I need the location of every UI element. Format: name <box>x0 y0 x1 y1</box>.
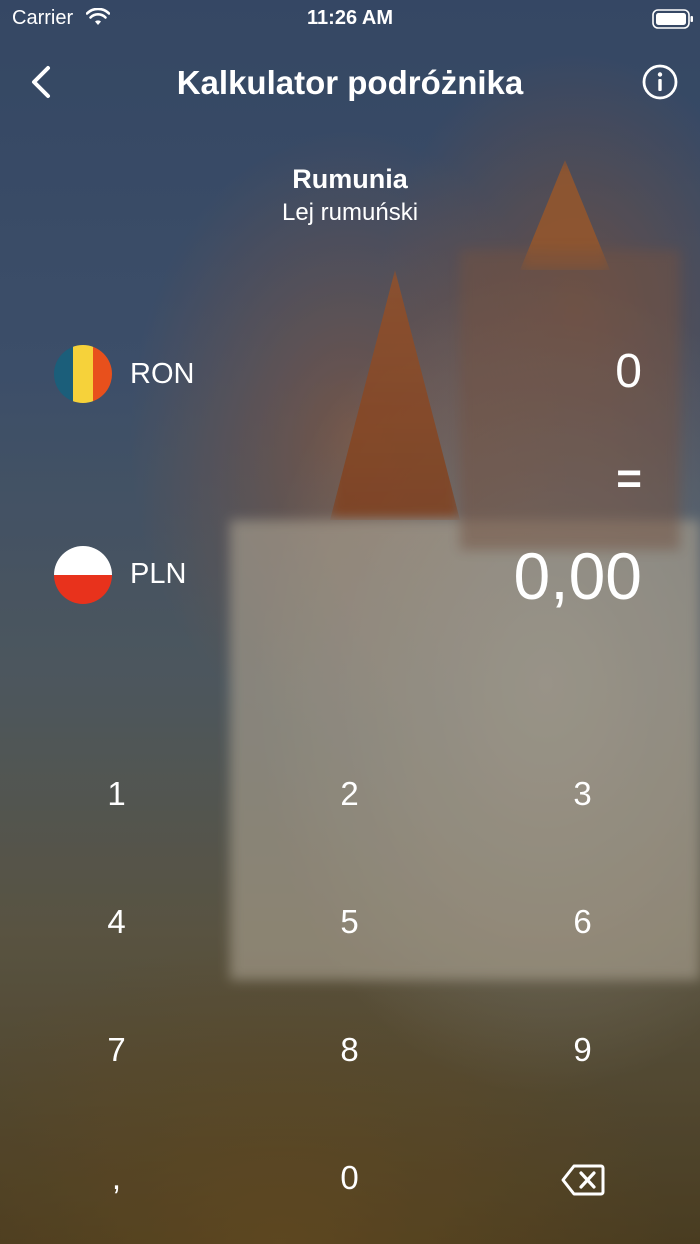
key-5[interactable]: 5 <box>233 858 466 986</box>
flag-poland-icon <box>54 546 112 604</box>
key-9[interactable]: 9 <box>466 986 699 1114</box>
to-currency-row[interactable]: PLN 0,00 <box>0 534 700 614</box>
key-6[interactable]: 6 <box>466 858 699 986</box>
key-comma[interactable]: , <box>0 1114 233 1242</box>
clock: 11:26 AM <box>307 7 393 29</box>
navigation-bar: Kalkulator podróżnika <box>0 50 700 114</box>
flag-romania-icon <box>54 345 112 403</box>
status-bar: Carrier 11:26 AM <box>0 0 700 40</box>
page-title: Kalkulator podróżnika <box>176 64 524 101</box>
from-amount: 0 <box>615 345 642 398</box>
key-3[interactable]: 3 <box>466 730 699 858</box>
from-currency-code: RON <box>130 358 195 390</box>
backspace-icon <box>561 1164 605 1196</box>
country-header: Rumunia Lej rumuński <box>0 164 700 227</box>
equals-sign: = <box>616 454 642 503</box>
key-7[interactable]: 7 <box>0 986 233 1114</box>
key-8[interactable]: 8 <box>233 986 466 1114</box>
key-1[interactable]: 1 <box>0 730 233 858</box>
key-2[interactable]: 2 <box>233 730 466 858</box>
key-4[interactable]: 4 <box>0 858 233 986</box>
battery-icon <box>652 9 693 29</box>
delete-button[interactable] <box>466 1114 699 1242</box>
to-amount: 0,00 <box>513 539 642 613</box>
key-0[interactable]: 0 <box>233 1114 466 1242</box>
currency-name: Lej rumuński <box>281 199 419 226</box>
country-name: Rumunia <box>292 164 408 194</box>
to-currency-code: PLN <box>130 558 187 590</box>
from-currency-row[interactable]: RON 0 <box>0 334 700 414</box>
info-circle-icon[interactable] <box>642 64 678 100</box>
